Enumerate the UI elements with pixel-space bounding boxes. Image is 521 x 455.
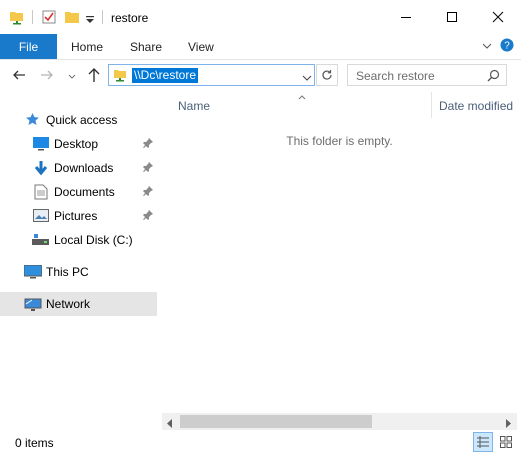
window-title: restore xyxy=(111,11,149,25)
details-view-icon xyxy=(477,436,489,448)
nav-label: This PC xyxy=(46,265,89,279)
nav-label: Quick access xyxy=(46,113,118,127)
up-icon[interactable] xyxy=(87,67,101,86)
recent-locations-icon[interactable] xyxy=(68,70,76,84)
scroll-right-icon[interactable] xyxy=(504,417,512,431)
nav-label: Local Disk (C:) xyxy=(54,233,133,247)
ribbon-tabs: File Home Share View ? xyxy=(0,34,521,60)
large-icons-view-icon xyxy=(500,436,512,448)
refresh-button[interactable] xyxy=(316,64,338,86)
scrollbar-thumb[interactable] xyxy=(180,415,372,428)
navigation-bar: \\Dc\restore Search restore xyxy=(0,60,521,92)
pin-icon[interactable] xyxy=(143,209,153,223)
nav-label: Network xyxy=(46,297,91,311)
address-dropdown-icon[interactable] xyxy=(302,71,312,85)
star-icon xyxy=(25,112,40,130)
desktop-icon xyxy=(33,137,49,154)
column-divider[interactable] xyxy=(431,92,432,118)
details-view-button[interactable] xyxy=(473,432,493,452)
help-icon[interactable]: ? xyxy=(500,38,514,55)
tab-home[interactable]: Home xyxy=(71,34,103,59)
expand-ribbon-icon[interactable] xyxy=(482,40,492,54)
maximize-button[interactable] xyxy=(429,0,475,34)
nav-item-pictures[interactable]: Pictures xyxy=(0,204,157,228)
forward-icon[interactable] xyxy=(40,68,54,85)
nav-network[interactable]: Network xyxy=(0,292,157,316)
divider xyxy=(102,10,103,24)
drive-icon xyxy=(32,234,49,249)
nav-quick-access[interactable]: Quick access xyxy=(0,108,157,132)
new-folder-icon[interactable] xyxy=(64,9,80,25)
refresh-icon xyxy=(322,70,332,80)
tab-view[interactable]: View xyxy=(188,34,214,59)
properties-icon[interactable] xyxy=(41,9,57,25)
nav-item-documents[interactable]: Documents xyxy=(0,180,157,204)
nav-item-local-disk[interactable]: Local Disk (C:) xyxy=(0,228,157,252)
customize-toolbar-icon[interactable] xyxy=(84,9,96,25)
item-count: 0 items xyxy=(15,436,54,450)
pictures-icon xyxy=(33,209,49,225)
title-bar: restore xyxy=(0,0,521,34)
nav-item-downloads[interactable]: Downloads xyxy=(0,156,157,180)
address-bar[interactable]: \\Dc\restore xyxy=(108,64,315,86)
status-bar: 0 items xyxy=(0,431,521,455)
svg-text:?: ? xyxy=(504,41,510,52)
tab-share[interactable]: Share xyxy=(130,34,162,59)
search-icon[interactable] xyxy=(487,69,500,85)
pin-icon[interactable] xyxy=(143,137,153,151)
nav-this-pc[interactable]: This PC xyxy=(0,260,157,284)
column-name[interactable]: Name xyxy=(178,99,210,113)
sort-ascending-icon xyxy=(298,89,306,103)
minimize-button[interactable] xyxy=(383,0,429,34)
address-path[interactable]: \\Dc\restore xyxy=(132,68,199,83)
divider xyxy=(32,10,33,24)
pin-icon[interactable] xyxy=(143,161,153,175)
column-date-modified[interactable]: Date modified xyxy=(439,99,513,113)
network-folder-icon xyxy=(113,67,127,86)
nav-label: Pictures xyxy=(54,209,98,223)
column-headers: Name Date modified xyxy=(162,92,521,118)
network-folder-icon xyxy=(9,9,25,25)
nav-label: Desktop xyxy=(54,137,99,151)
close-button[interactable] xyxy=(475,0,521,34)
tab-file[interactable]: File xyxy=(0,34,57,59)
nav-label: Downloads xyxy=(54,161,114,175)
back-icon[interactable] xyxy=(12,68,26,85)
nav-item-desktop[interactable]: Desktop xyxy=(0,132,157,156)
nav-label: Documents xyxy=(54,185,115,199)
documents-icon xyxy=(34,184,48,203)
computer-icon xyxy=(23,264,43,282)
network-icon xyxy=(24,296,42,315)
horizontal-scrollbar[interactable] xyxy=(162,413,517,430)
search-input[interactable]: Search restore xyxy=(347,64,507,86)
large-icons-view-button[interactable] xyxy=(496,432,516,452)
navigation-pane: Quick access Desktop Downloads Documents xyxy=(0,92,157,410)
scroll-left-icon[interactable] xyxy=(166,417,174,431)
downloads-icon xyxy=(33,160,49,179)
empty-folder-message: This folder is empty. xyxy=(286,134,393,148)
pin-icon[interactable] xyxy=(143,185,153,199)
search-placeholder: Search restore xyxy=(356,69,435,83)
